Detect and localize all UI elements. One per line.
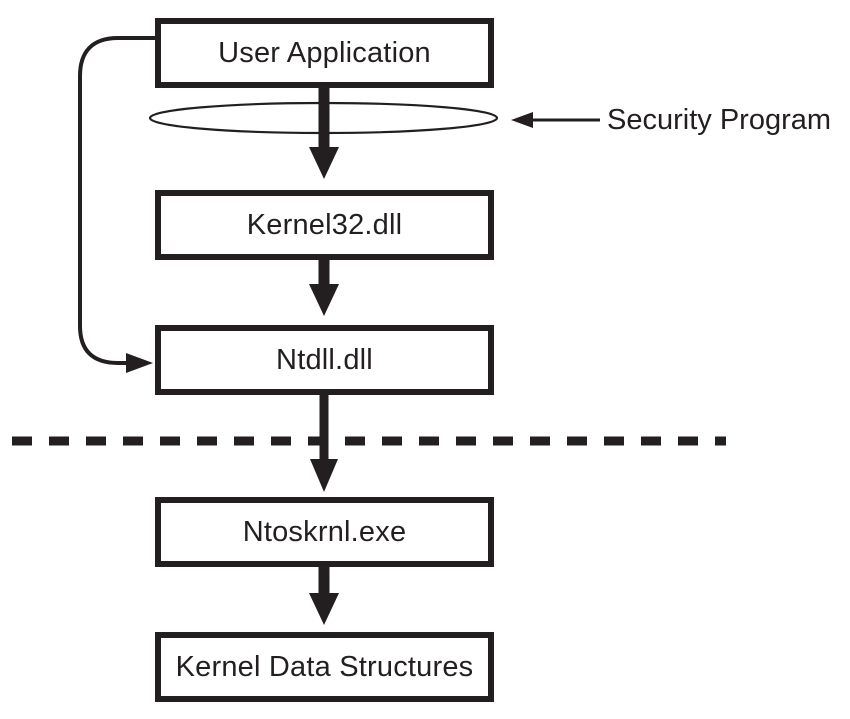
node-label-kernel-data-structures: Kernel Data Structures [175,650,474,683]
arrow-ntoskrnl-to-kernel-data [309,565,339,625]
diagram-canvas: User Application Kernel32.dll Ntdll.dll … [0,0,850,719]
node-kernel32[interactable]: Kernel32.dll [155,190,494,260]
node-ntdll[interactable]: Ntdll.dll [155,325,494,395]
node-label-ntdll: Ntdll.dll [276,343,373,376]
node-user-application[interactable]: User Application [155,18,494,88]
node-kernel-data-structures[interactable]: Kernel Data Structures [155,632,494,702]
node-label-user-application: User Application [218,36,431,69]
arrow-kernel32-to-ntdll [309,258,339,316]
arrow-security-program-to-hook-ellipse [511,112,600,128]
node-label-ntoskrnl: Ntoskrnl.exe [242,515,407,548]
annotation-security-program: Security Program [607,104,832,136]
curved-bypass-arrow-user-application-to-ntdll [78,36,158,373]
node-label-kernel32: Kernel32.dll [246,208,403,241]
arrow-user-application-to-kernel32 [309,84,339,179]
node-ntoskrnl[interactable]: Ntoskrnl.exe [155,497,494,567]
